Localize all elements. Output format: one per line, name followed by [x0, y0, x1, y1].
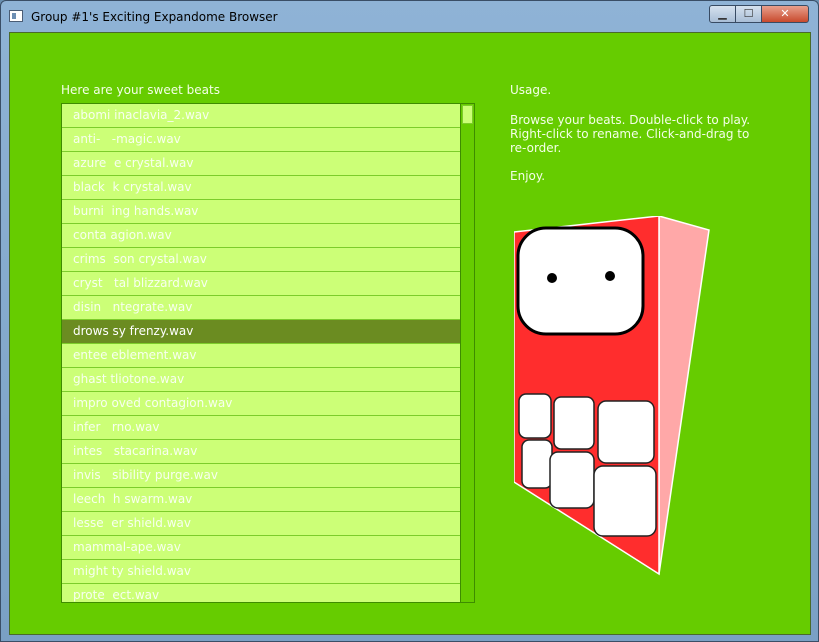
list-item[interactable]: invis sibility purge.wav — [62, 464, 460, 488]
app-window: Group #1's Exciting Expandome Browser ▁ … — [0, 0, 819, 642]
list-item-label: crims son crystal.wav — [73, 252, 207, 266]
list-item[interactable]: azure e crystal.wav — [62, 152, 460, 176]
list-item[interactable]: mammal-ape.wav — [62, 536, 460, 560]
title-bar[interactable]: Group #1's Exciting Expandome Browser ▁ … — [1, 1, 818, 33]
list-item-label: leech h swarm.wav — [73, 492, 193, 506]
usage-panel: Usage. Browse your beats. Double-click t… — [510, 83, 766, 183]
usage-instructions: Browse your beats. Double-click to play.… — [510, 113, 751, 155]
list-item-label: abomi inaclavia_2.wav — [73, 108, 210, 122]
beats-list: abomi inaclavia_2.wav anti- -magic.wav azu… — [62, 104, 460, 602]
list-item[interactable]: ghast tliotone.wav — [62, 368, 460, 392]
list-item[interactable]: lesse er shield.wav — [62, 512, 460, 536]
list-item-label: might ty shield.wav — [73, 564, 191, 578]
list-item[interactable]: black k crystal.wav — [62, 176, 460, 200]
list-item[interactable]: disin ntegrate.wav — [62, 296, 460, 320]
mascot-face-panel — [516, 226, 645, 336]
minimize-button[interactable]: ▁ — [709, 5, 736, 23]
mascot-image — [514, 216, 710, 576]
scrollbar-thumb[interactable] — [462, 105, 473, 124]
list-item[interactable]: drows sy frenzy.wav — [62, 320, 460, 344]
maximize-button[interactable]: ☐ — [735, 5, 762, 23]
list-item-label: conta agion.wav — [73, 228, 172, 242]
list-item-label: intes stacarina.wav — [73, 444, 198, 458]
list-item[interactable]: crims son crystal.wav — [62, 248, 460, 272]
list-item-label: mammal-ape.wav — [73, 540, 181, 554]
list-item-label: anti- -magic.wav — [73, 132, 181, 146]
app-icon — [9, 10, 23, 22]
window-title: Group #1's Exciting Expandome Browser — [31, 10, 278, 24]
list-item-label: disin ntegrate.wav — [73, 300, 193, 314]
list-item-label: prote ect.wav — [73, 588, 160, 602]
list-item-label: burni ing hands.wav — [73, 204, 199, 218]
list-item[interactable]: prote ect.wav — [62, 584, 460, 602]
list-item-label: drows sy frenzy.wav — [73, 324, 194, 338]
list-scrollbar[interactable] — [460, 104, 474, 602]
list-item-label: cryst tal blizzard.wav — [73, 276, 208, 290]
list-item-label: invis sibility purge.wav — [73, 468, 218, 482]
list-item[interactable]: anti- -magic.wav — [62, 128, 460, 152]
beats-listbox[interactable]: abomi inaclavia_2.wav anti- -magic.wav azu… — [61, 103, 475, 603]
list-item[interactable]: conta agion.wav — [62, 224, 460, 248]
usage-closing: Enjoy. — [510, 169, 546, 183]
list-heading: Here are your sweet beats — [61, 83, 220, 97]
list-item-label: infer rno.wav — [73, 420, 160, 434]
close-button[interactable]: ✕ — [761, 5, 809, 23]
list-item[interactable]: impro oved contagion.wav — [62, 392, 460, 416]
list-item[interactable]: burni ing hands.wav — [62, 200, 460, 224]
list-item-label: ghast tliotone.wav — [73, 372, 185, 386]
list-item[interactable]: abomi inaclavia_2.wav — [62, 104, 460, 128]
list-item[interactable]: cryst tal blizzard.wav — [62, 272, 460, 296]
list-item-label: entee eblement.wav — [73, 348, 197, 362]
list-item-label: black k crystal.wav — [73, 180, 192, 194]
list-item-label: lesse er shield.wav — [73, 516, 191, 530]
list-item[interactable]: leech h swarm.wav — [62, 488, 460, 512]
main-panel: Here are your sweet beats abomi inaclavi… — [9, 32, 811, 635]
list-item-label: azure e crystal.wav — [73, 156, 194, 170]
usage-heading: Usage. — [510, 83, 552, 97]
mascot-side-face — [658, 216, 710, 575]
list-item[interactable]: might ty shield.wav — [62, 560, 460, 584]
list-item[interactable]: intes stacarina.wav — [62, 440, 460, 464]
list-item-label: impro oved contagion.wav — [73, 396, 233, 410]
list-item[interactable]: entee eblement.wav — [62, 344, 460, 368]
mascot-right-eye-icon — [605, 271, 615, 281]
mascot-left-eye-icon — [547, 273, 557, 283]
list-item[interactable]: infer rno.wav — [62, 416, 460, 440]
